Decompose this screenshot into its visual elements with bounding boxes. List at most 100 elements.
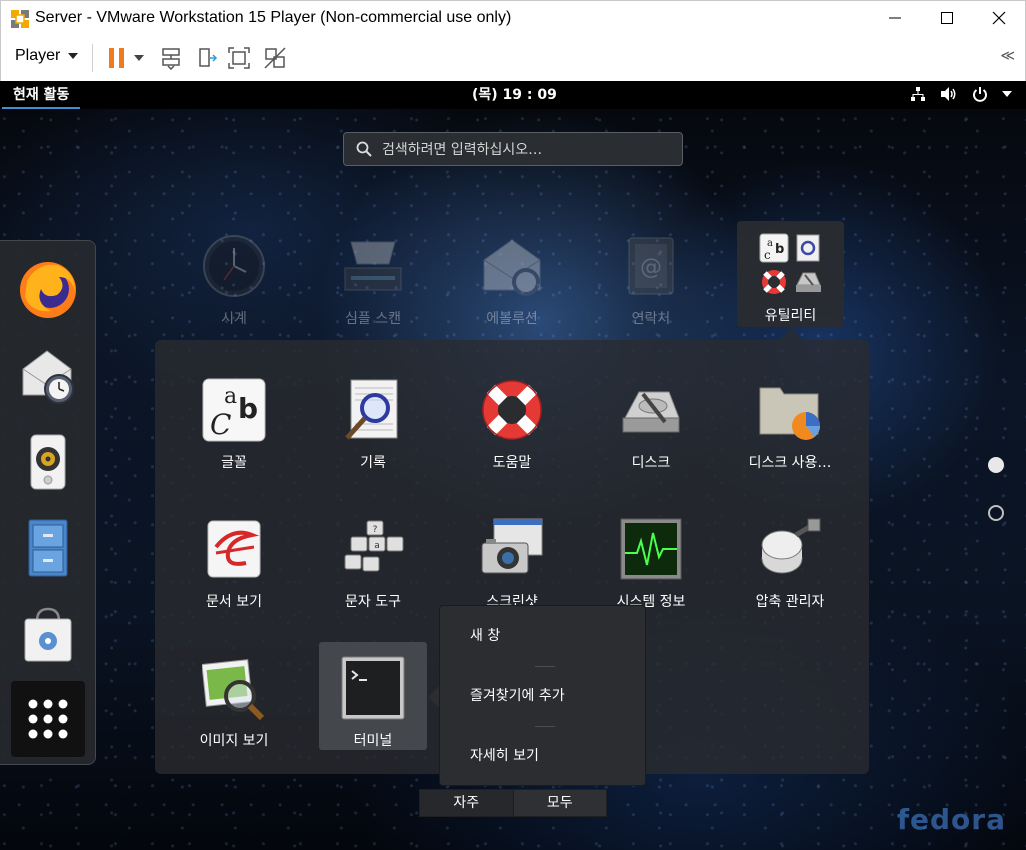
pause-options-dropdown[interactable] xyxy=(129,44,149,72)
app-terminal[interactable]: 터미널 xyxy=(303,648,443,768)
search-input[interactable]: 검색하려면 입력하십시오… xyxy=(343,132,683,166)
unity-button[interactable] xyxy=(261,44,289,72)
dash-item-files[interactable] xyxy=(11,511,85,585)
app-evolution[interactable]: 에볼루션 xyxy=(442,226,582,346)
fullscreen-button[interactable] xyxy=(225,44,253,72)
maximize-button[interactable] xyxy=(921,1,973,35)
chevron-down-icon xyxy=(134,55,144,61)
search-icon xyxy=(356,141,372,157)
dash-item-rhythmbox[interactable] xyxy=(11,425,85,499)
usb-device-icon xyxy=(199,48,218,67)
pause-button[interactable] xyxy=(103,44,131,72)
minimize-icon xyxy=(889,17,901,19)
system-tray[interactable] xyxy=(910,86,1012,102)
firefox-icon xyxy=(20,262,76,318)
app-help[interactable]: 도움말 xyxy=(442,370,582,490)
document-viewer-icon xyxy=(207,520,261,578)
tab-frequent[interactable]: 자주 xyxy=(420,790,513,816)
player-menu-label: Player xyxy=(15,47,61,64)
window-title: Server - VMware Workstation 15 Player (N… xyxy=(35,9,512,26)
app-context-menu: 새 창 즐겨찾기에 추가 자세히 보기 xyxy=(439,605,646,786)
app-label: 시계 xyxy=(221,311,247,327)
image-viewer-icon xyxy=(202,659,265,720)
menu-item-show-details[interactable]: 자세히 보기 xyxy=(440,736,647,776)
app-label: 문서 보기 xyxy=(206,594,262,610)
svg-text:@: @ xyxy=(640,255,662,280)
app-label: 압축 관리자 xyxy=(755,594,825,610)
minimize-button[interactable] xyxy=(869,1,921,35)
page-indicator-1[interactable] xyxy=(988,457,1004,473)
app-logs[interactable]: 기록 xyxy=(303,370,443,490)
app-label: 기록 xyxy=(360,455,386,471)
app-archive-manager[interactable]: 압축 관리자 xyxy=(720,509,860,629)
help-lifebuoy-icon xyxy=(762,270,786,294)
menu-separator xyxy=(535,726,555,727)
show-applications-icon xyxy=(28,699,68,739)
app-label: 에볼루션 xyxy=(486,311,538,327)
logs-icon xyxy=(796,234,820,262)
app-contacts[interactable]: @ 연락처 xyxy=(581,226,721,346)
show-applications-button[interactable] xyxy=(11,681,85,757)
chevron-down-icon xyxy=(1002,91,1012,97)
rhythmbox-speaker-icon xyxy=(30,434,66,490)
dash-item-software[interactable] xyxy=(11,597,85,671)
dash-item-firefox[interactable] xyxy=(11,253,85,327)
collapse-toolbar-button[interactable]: ≪ xyxy=(1000,48,1015,64)
removable-devices-button[interactable] xyxy=(193,44,221,72)
vmware-app-icon xyxy=(11,10,29,28)
app-label: 도움말 xyxy=(492,455,532,471)
app-fonts[interactable]: a b C 글꼴 xyxy=(164,370,304,490)
app-image-viewer[interactable]: 이미지 보기 xyxy=(164,648,304,768)
tab-all[interactable]: 모두 xyxy=(512,790,606,816)
close-button[interactable] xyxy=(973,1,1025,35)
svg-text:?: ? xyxy=(373,525,378,535)
toolbar-divider xyxy=(92,44,93,72)
player-menu[interactable]: Player xyxy=(15,47,79,65)
app-view-switcher: 자주 모두 xyxy=(419,789,607,817)
chevron-down-icon xyxy=(68,53,79,59)
help-lifebuoy-icon xyxy=(482,380,542,440)
dash-item-evolution[interactable] xyxy=(11,339,85,413)
app-label: 디스크 사용… xyxy=(748,455,832,471)
app-label: 터미널 xyxy=(353,733,393,749)
context-menu-pointer xyxy=(428,686,439,708)
archive-manager-icon xyxy=(761,518,821,574)
svg-text:c: c xyxy=(764,248,771,262)
power-icon xyxy=(973,87,987,102)
evolution-mail-icon xyxy=(483,239,541,296)
app-clock[interactable]: 시계 xyxy=(164,226,304,346)
menu-separator xyxy=(535,666,555,667)
app-label: 글꼴 xyxy=(221,455,247,471)
files-cabinet-icon xyxy=(28,519,68,577)
software-bag-icon xyxy=(24,607,72,662)
contacts-icon: @ xyxy=(628,237,674,295)
volume-icon xyxy=(941,87,956,101)
svg-text:a: a xyxy=(374,541,380,551)
svg-text:C: C xyxy=(210,408,231,441)
svg-text:b: b xyxy=(238,392,258,425)
folder-popup-pointer xyxy=(779,328,803,340)
menu-item-new-window[interactable]: 새 창 xyxy=(440,616,647,656)
activities-button[interactable]: 현재 활동 xyxy=(2,81,81,109)
search-placeholder: 검색하려면 입력하십시오… xyxy=(382,142,543,158)
page-indicator-2[interactable] xyxy=(988,505,1004,521)
logs-icon xyxy=(345,379,398,440)
app-simple-scan[interactable]: 심플 스캔 xyxy=(303,226,443,346)
app-disk-usage[interactable]: 디스크 사용… xyxy=(720,370,860,490)
app-disks[interactable]: 디스크 xyxy=(581,370,721,490)
clock-icon xyxy=(203,235,265,297)
fedora-logo: fedora xyxy=(896,803,1006,836)
vmware-toolbar: Player ≪ xyxy=(0,36,1026,81)
unity-mode-icon xyxy=(264,47,286,69)
utilities-folder[interactable]: a b c 유틸리티 xyxy=(737,221,844,327)
system-monitor-icon xyxy=(620,518,682,580)
app-characters[interactable]: ? a 문자 도구 xyxy=(303,509,443,629)
clock[interactable]: (목) 19 : 09 xyxy=(472,81,557,109)
app-label: 이미지 보기 xyxy=(199,733,269,749)
app-document-viewer[interactable]: 문서 보기 xyxy=(164,509,304,629)
send-ctrl-alt-del-button[interactable] xyxy=(157,44,185,72)
menu-item-add-to-favorites[interactable]: 즐겨찾기에 추가 xyxy=(440,676,647,716)
close-icon xyxy=(992,11,1006,25)
app-label: 문자 도구 xyxy=(345,594,401,610)
disks-icon xyxy=(622,391,680,433)
